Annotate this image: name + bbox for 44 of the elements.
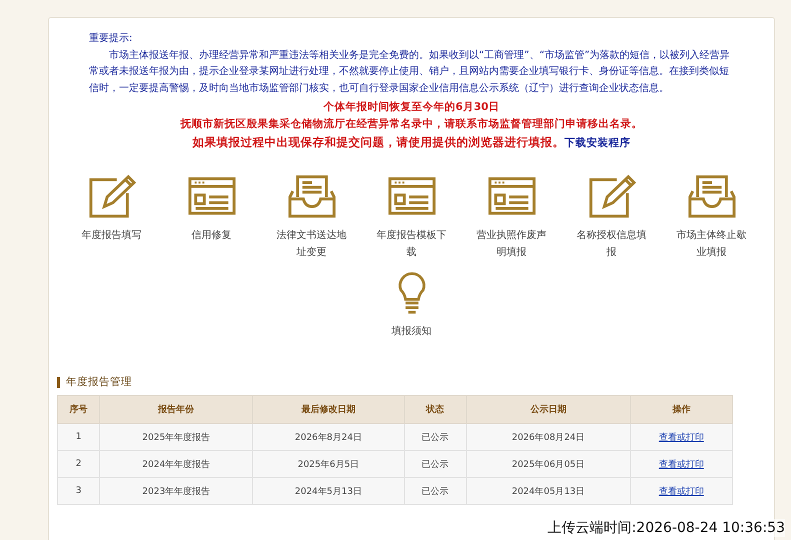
- service-label[interactable]: 年度报告填写: [76, 227, 148, 261]
- table-cell: 2: [58, 450, 100, 478]
- column-header: 序号: [58, 396, 100, 424]
- column-header: 操作: [630, 396, 732, 424]
- alert-text: 抚顺市新抚区殷果集采仓储物流厅在经营异常名录中，请联系市场监督管理部门申请移出名录。: [179, 116, 644, 132]
- table-cell: 2026年08月24日: [466, 424, 630, 450]
- view-print-link[interactable]: 查看或打印: [658, 432, 704, 442]
- pencil-icon: [88, 173, 136, 219]
- view-print-link[interactable]: 查看或打印: [658, 460, 704, 470]
- alert-text: 个体年报时间恢复至今年的6月30日: [322, 100, 500, 115]
- section-title: 年度报告管理: [66, 375, 132, 389]
- view-print-link[interactable]: 查看或打印: [658, 486, 704, 496]
- alert-text: 如果填报过程中出现保存和提交问题，请使用提供的浏览器进行填报。: [192, 135, 564, 149]
- table-cell: 已公示: [404, 478, 466, 504]
- pencil-icon: [588, 173, 636, 219]
- column-header: 报告年份: [100, 396, 253, 424]
- inbox-icon: [288, 173, 336, 219]
- inbox-icon: [688, 173, 736, 219]
- table-cell: 2023年年度报告: [100, 478, 253, 504]
- column-header: 公示日期: [466, 396, 630, 424]
- service-label[interactable]: 年度报告模板下载: [376, 227, 448, 261]
- service-label[interactable]: 信用修复: [176, 227, 248, 261]
- table-cell: 2024年5月13日: [252, 478, 404, 504]
- table-cell: 2024年05月13日: [466, 478, 630, 504]
- table-cell: 2025年6月5日: [252, 450, 404, 478]
- download-link[interactable]: 下载安装程序: [564, 137, 630, 149]
- service-label[interactable]: 名称授权信息填报: [576, 227, 648, 261]
- table-cell: 2024年年度报告: [100, 450, 253, 478]
- upload-timestamp: 上传云端时间:2026-08-24 10:36:53: [548, 519, 785, 537]
- service-label[interactable]: 市场主体终止歇业填报: [676, 227, 748, 261]
- table-cell: 已公示: [404, 424, 466, 450]
- service-label[interactable]: 法律文书送达地址变更: [276, 227, 348, 261]
- table-cell: 2025年06月05日: [466, 450, 630, 478]
- table-cell: 3: [58, 478, 100, 504]
- column-header: 最后修改日期: [252, 396, 404, 424]
- table-cell: 2026年8月24日: [252, 424, 404, 450]
- notice-text: 市场主体报送年报、办理经营异常和严重违法等相关业务是完全免费的。如果收到以“工商管理”、“市场监管”为落款的短信，以被列入经营异常或者未报送年报为由，提示企业登录某网址进行处理，不然就要停止使用、销户，且网站内需要企业填写银行卡、身份证等信息。在接到类似短信时，一定要提高警惕，及时向当地市场监管部门核实，也可自行登录国家企业信用信息公示系统（辽宁）进行查询企业状态信息。: [89, 48, 730, 96]
- notice-heading: 重要提示:: [89, 32, 134, 46]
- service-label[interactable]: 填报须知: [376, 323, 448, 357]
- table-cell: 已公示: [404, 450, 466, 478]
- table-cell: 2025年年度报告: [100, 424, 253, 450]
- service-label[interactable]: 营业执照作废声明填报: [476, 227, 548, 261]
- table-cell: 1: [58, 424, 100, 450]
- column-header: 状态: [404, 396, 466, 424]
